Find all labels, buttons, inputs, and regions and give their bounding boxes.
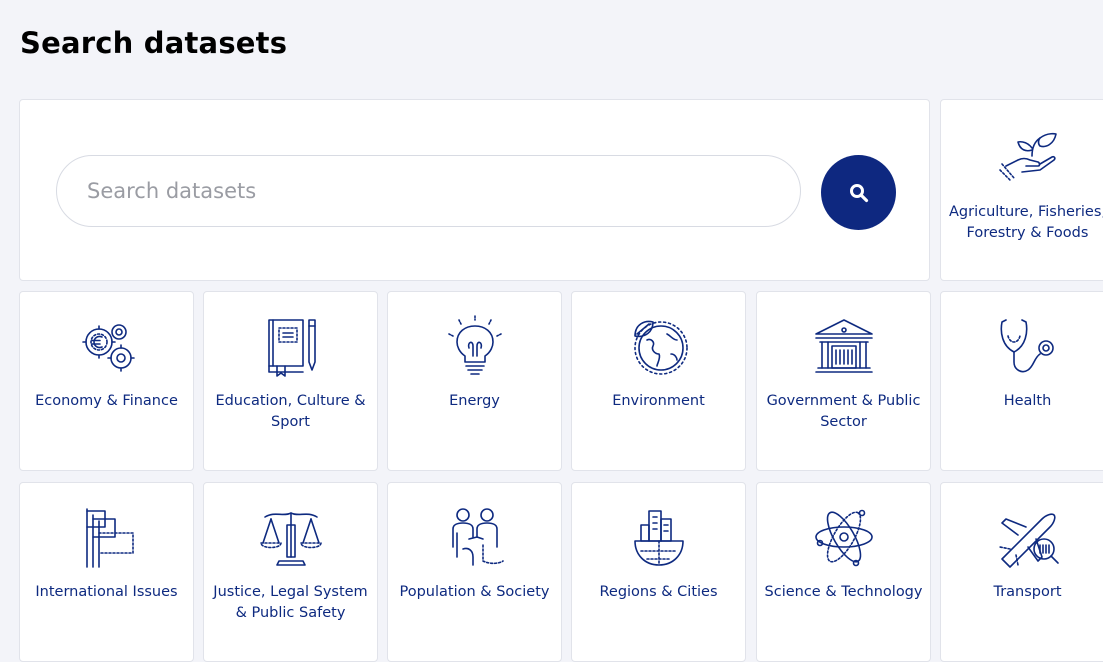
category-tile-government[interactable]: Government & Public Sector <box>756 291 931 471</box>
category-tile-environment[interactable]: Environment <box>571 291 746 471</box>
category-tile-education[interactable]: Education, Culture & Sport <box>203 291 378 471</box>
category-label: Education, Culture & Sport <box>215 393 366 430</box>
government-building-icon <box>812 314 876 378</box>
search-input[interactable] <box>56 155 801 227</box>
category-label: Agriculture, Fisheries, Forestry & Foods <box>948 204 1103 241</box>
category-label: Population & Society <box>399 584 550 600</box>
category-label: Transport <box>993 584 1062 600</box>
category-tile-justice[interactable]: Justice, Legal System & Public Safety <box>203 482 378 662</box>
atom-icon <box>812 505 876 569</box>
lightbulb-icon <box>443 314 507 378</box>
category-tile-agriculture[interactable]: Agriculture, Fisheries, Forestry & Foods <box>940 99 1103 281</box>
category-label: Environment <box>612 393 705 409</box>
category-label: Government & Public Sector <box>766 393 921 430</box>
category-tile-international[interactable]: International Issues <box>19 482 194 662</box>
category-tile-energy[interactable]: Energy <box>387 291 562 471</box>
category-label: Energy <box>449 393 500 409</box>
airplane-icon <box>996 505 1060 569</box>
euro-gears-icon <box>75 314 139 378</box>
book-pen-icon <box>259 314 323 378</box>
category-tile-transport[interactable]: Transport <box>940 482 1103 662</box>
scales-icon <box>259 505 323 569</box>
city-globe-icon <box>627 505 691 569</box>
category-tile-science[interactable]: Science & Technology <box>756 482 931 662</box>
search-panel <box>19 99 930 281</box>
globe-leaf-icon <box>627 314 691 378</box>
search-button[interactable] <box>821 155 896 230</box>
category-tile-economy[interactable]: Economy & Finance <box>19 291 194 471</box>
stethoscope-icon <box>996 314 1060 378</box>
people-icon <box>443 505 507 569</box>
search-icon <box>849 183 868 202</box>
flags-icon <box>75 505 139 569</box>
category-label: Justice, Legal System & Public Safety <box>213 584 368 621</box>
category-label: Health <box>1003 393 1052 409</box>
category-label: International Issues <box>35 584 178 600</box>
page-title: Search datasets <box>20 26 288 60</box>
category-label: Regions & Cities <box>599 584 718 600</box>
category-tile-population[interactable]: Population & Society <box>387 482 562 662</box>
category-tile-regions[interactable]: Regions & Cities <box>571 482 746 662</box>
category-label: Economy & Finance <box>35 393 178 409</box>
category-label: Science & Technology <box>764 584 923 600</box>
category-tile-health[interactable]: Health <box>940 291 1103 471</box>
plant-hand-icon <box>996 122 1060 186</box>
